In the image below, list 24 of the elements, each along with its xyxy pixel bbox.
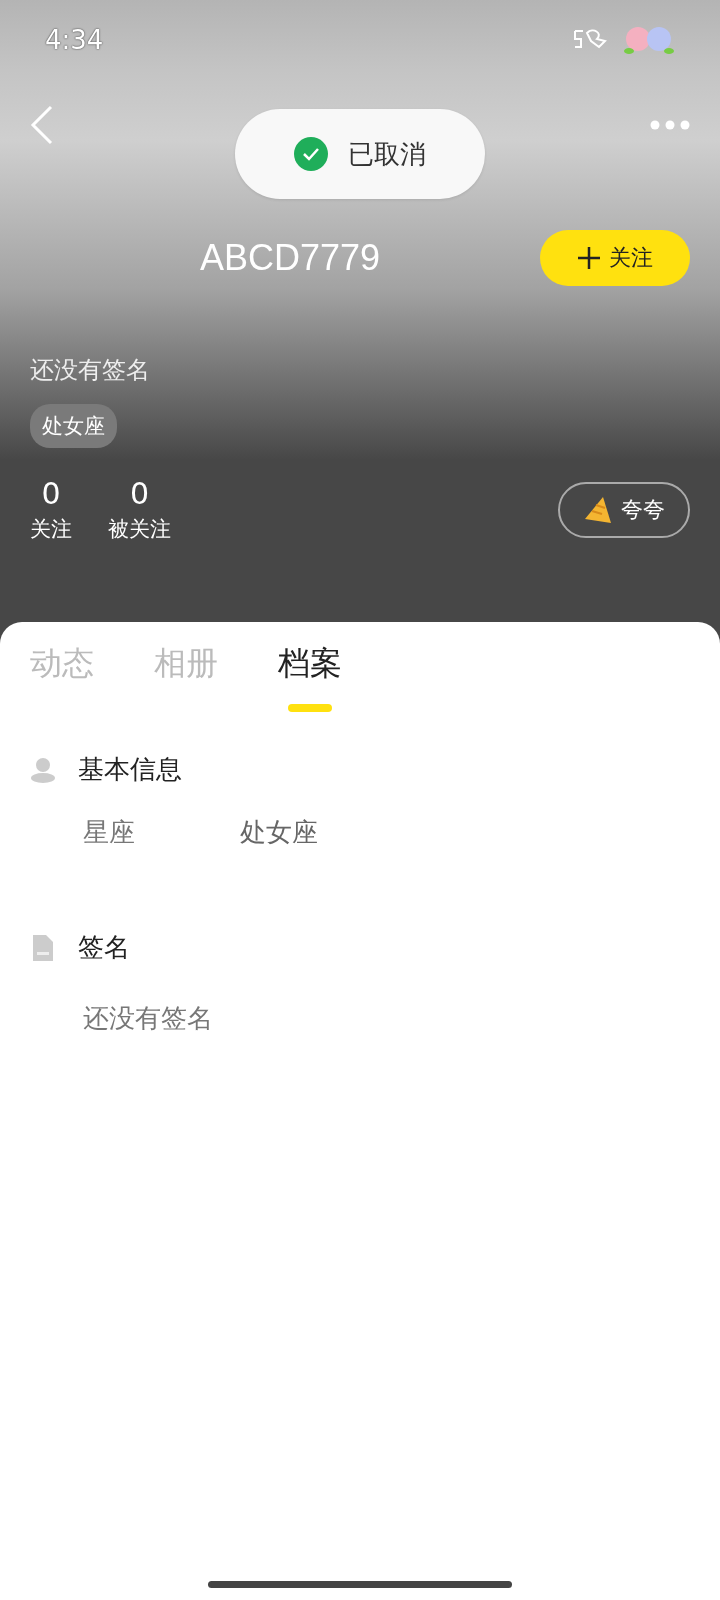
praise-button[interactable]: 夸夸 — [558, 481, 690, 538]
section-title: 基本信息 — [78, 753, 182, 786]
section-title: 签名 — [78, 931, 130, 964]
follow-button[interactable]: 关注 — [540, 230, 690, 286]
stat-label: 被关注 — [108, 516, 171, 543]
back-icon[interactable] — [30, 105, 54, 145]
field-label: 星座 — [83, 816, 136, 849]
signature-text: 还没有签名 — [83, 1002, 214, 1035]
signature-text: 还没有签名 — [30, 355, 151, 386]
field-value: 处女座 — [240, 816, 318, 849]
person-icon — [30, 756, 56, 783]
plus-icon — [577, 246, 601, 270]
stat-count: 0 — [41, 476, 61, 511]
status-time: 4:34 — [45, 25, 104, 55]
more-icon[interactable] — [650, 120, 690, 130]
zodiac-tag: 处女座 — [30, 404, 117, 448]
document-icon — [30, 934, 56, 961]
profile-tab[interactable]: 档案 — [278, 642, 342, 712]
toast-text: 已取消 — [348, 137, 426, 171]
stat-count: 0 — [129, 476, 150, 511]
home-indicator[interactable] — [208, 1581, 512, 1588]
check-icon — [294, 137, 328, 171]
stat-label: 关注 — [30, 516, 72, 543]
profile-name: ABCD7779 — [200, 237, 381, 279]
